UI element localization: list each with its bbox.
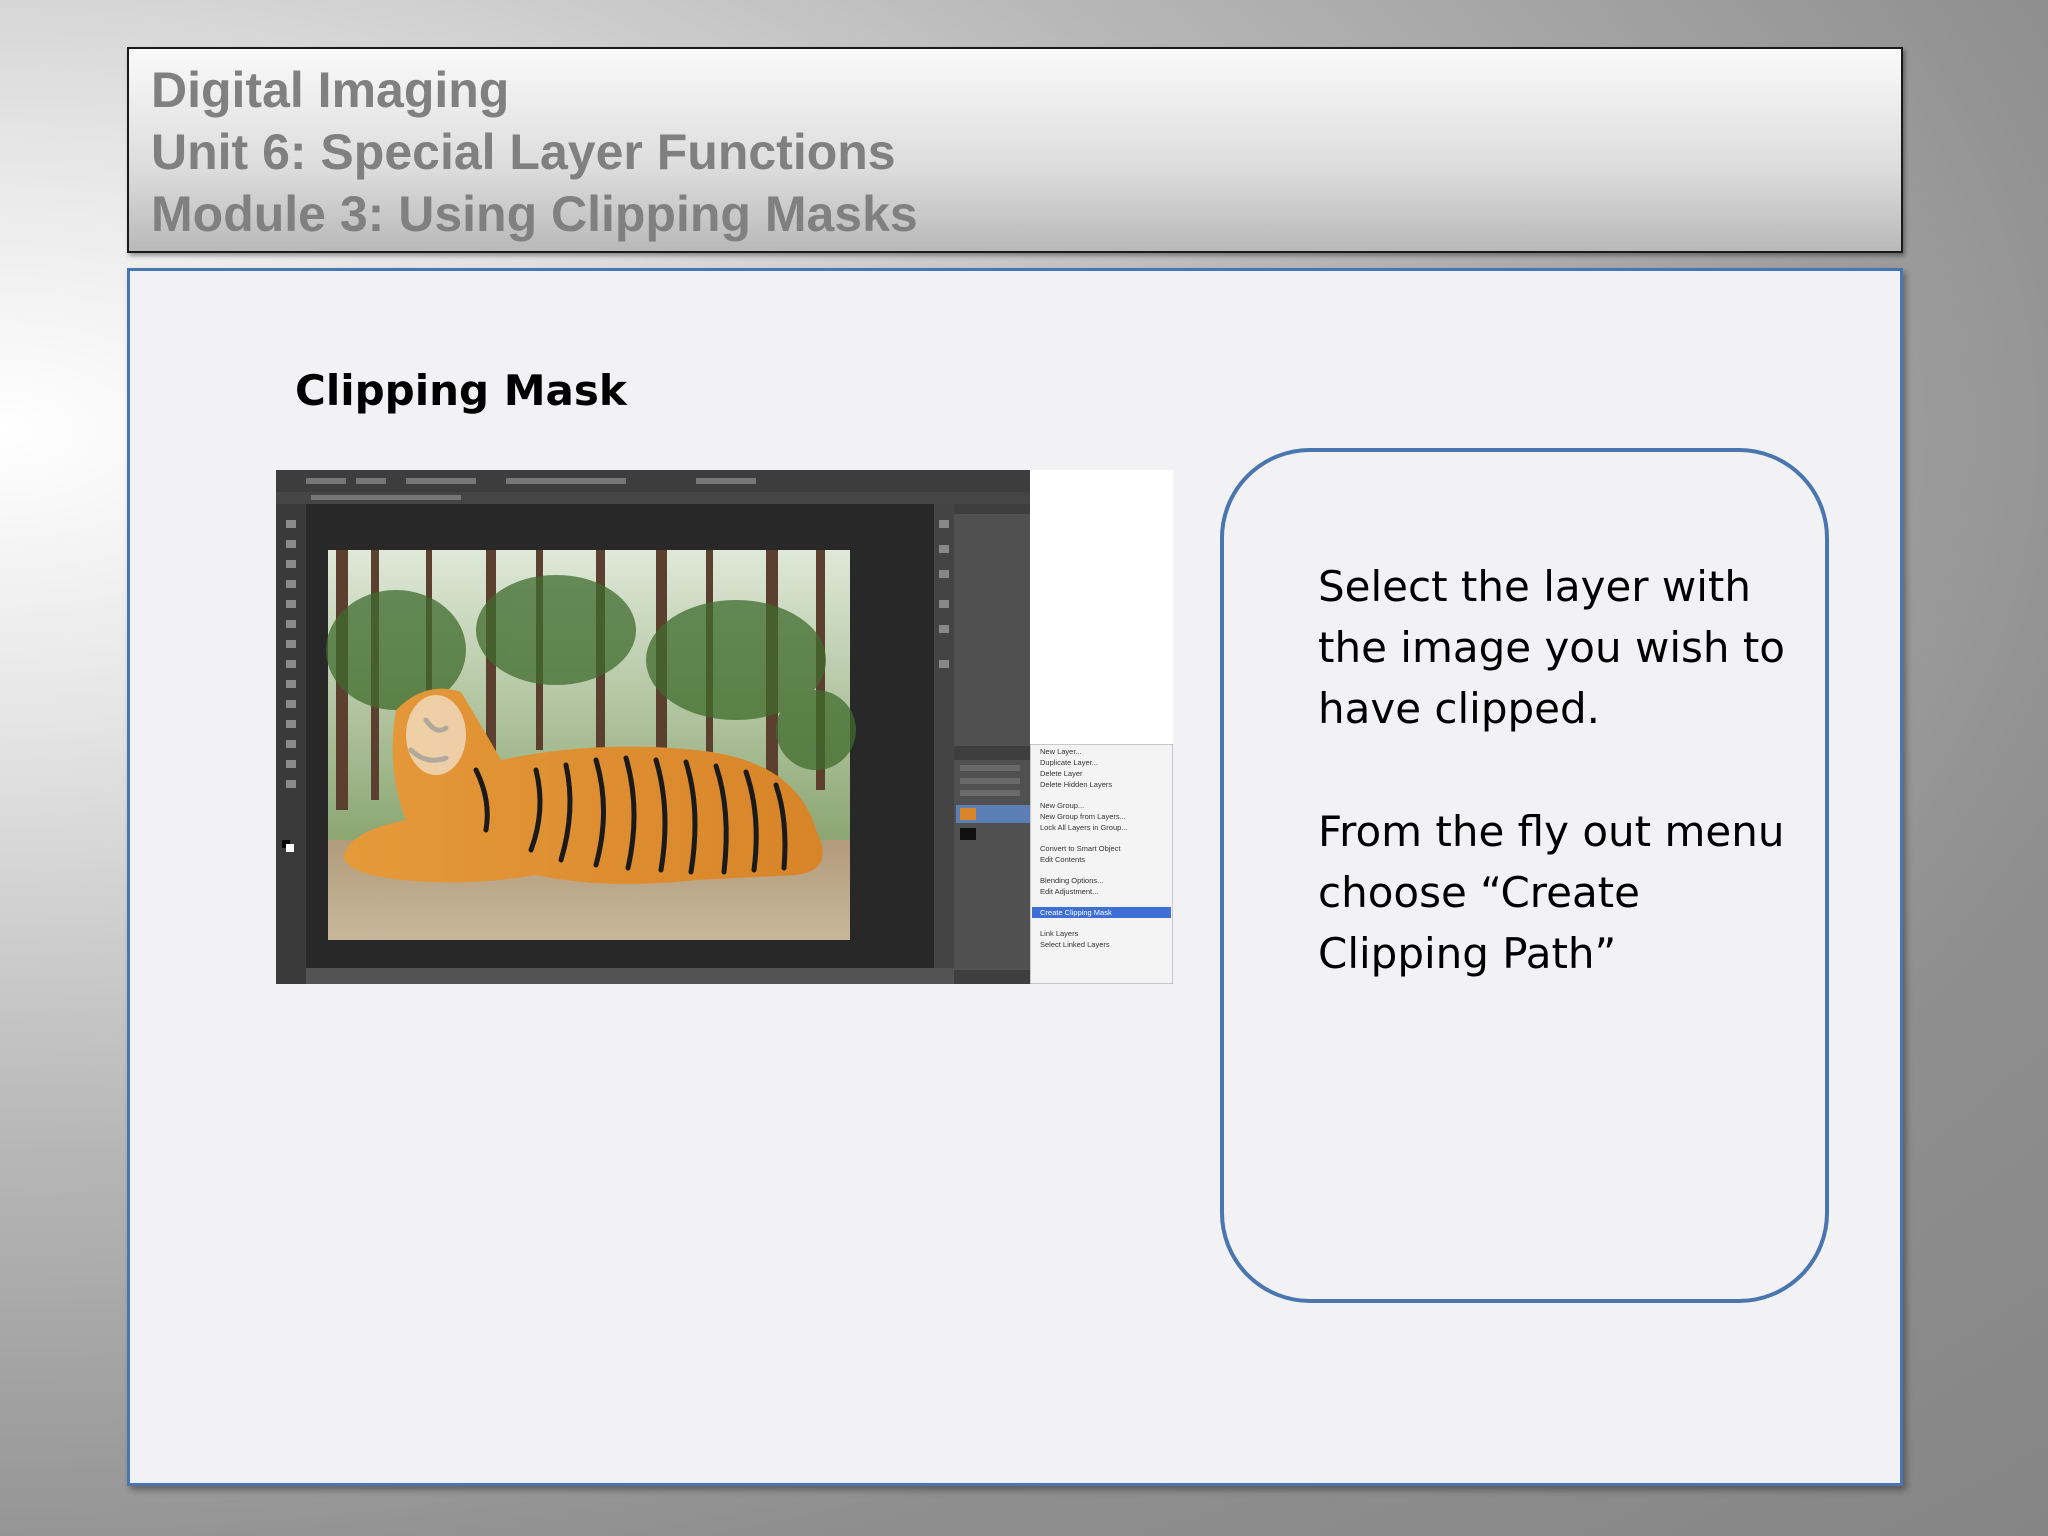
flyout-menu-item[interactable]: Lock All Layers in Group... (1040, 823, 1128, 832)
flyout-menu-item[interactable]: New Layer... (1040, 747, 1082, 756)
section-title: Clipping Mask (295, 366, 627, 415)
flyout-menu-item[interactable]: Create Clipping Mask (1040, 908, 1112, 917)
flyout-menu-item[interactable]: Edit Contents (1040, 855, 1085, 864)
flyout-menu-item[interactable]: Blending Options... (1040, 876, 1103, 885)
flyout-menu-item[interactable]: Convert to Smart Object (1040, 844, 1121, 853)
unit-title: Unit 6: Special Layer Functions (151, 124, 896, 180)
slide-header: Digital Imaging Unit 6: Special Layer Fu… (127, 47, 1903, 253)
flyout-menu-item[interactable]: Duplicate Layer... (1040, 758, 1098, 767)
course-title: Digital Imaging (151, 62, 510, 118)
flyout-menu-item[interactable]: Link Layers (1040, 929, 1079, 938)
flyout-menu-item[interactable]: Delete Layer (1040, 769, 1083, 778)
instruction-step-2: From the fly out menu choose “Create Cli… (1318, 807, 1785, 978)
instruction-callout: Select the layer with the image you wish… (1220, 448, 1829, 1303)
module-title: Module 3: Using Clipping Masks (151, 186, 918, 242)
flyout-menu-item[interactable]: Delete Hidden Layers (1040, 780, 1112, 789)
photoshop-ui-graphic (276, 470, 1030, 984)
photoshop-window (276, 470, 1030, 984)
photoshop-screenshot: New Layer... Duplicate Layer... Delete Lay… (276, 470, 1173, 984)
flyout-menu[interactable]: New Layer... Duplicate Layer... Delete Lay… (1030, 744, 1173, 984)
instruction-step-1: Select the layer with the image you wish… (1318, 562, 1786, 733)
flyout-menu-item[interactable]: New Group... (1040, 801, 1084, 810)
flyout-menu-item[interactable]: Edit Adjustment... (1040, 887, 1098, 896)
flyout-menu-item[interactable]: New Group from Layers... (1040, 812, 1126, 821)
flyout-menu-item[interactable]: Select Linked Layers (1040, 940, 1110, 949)
